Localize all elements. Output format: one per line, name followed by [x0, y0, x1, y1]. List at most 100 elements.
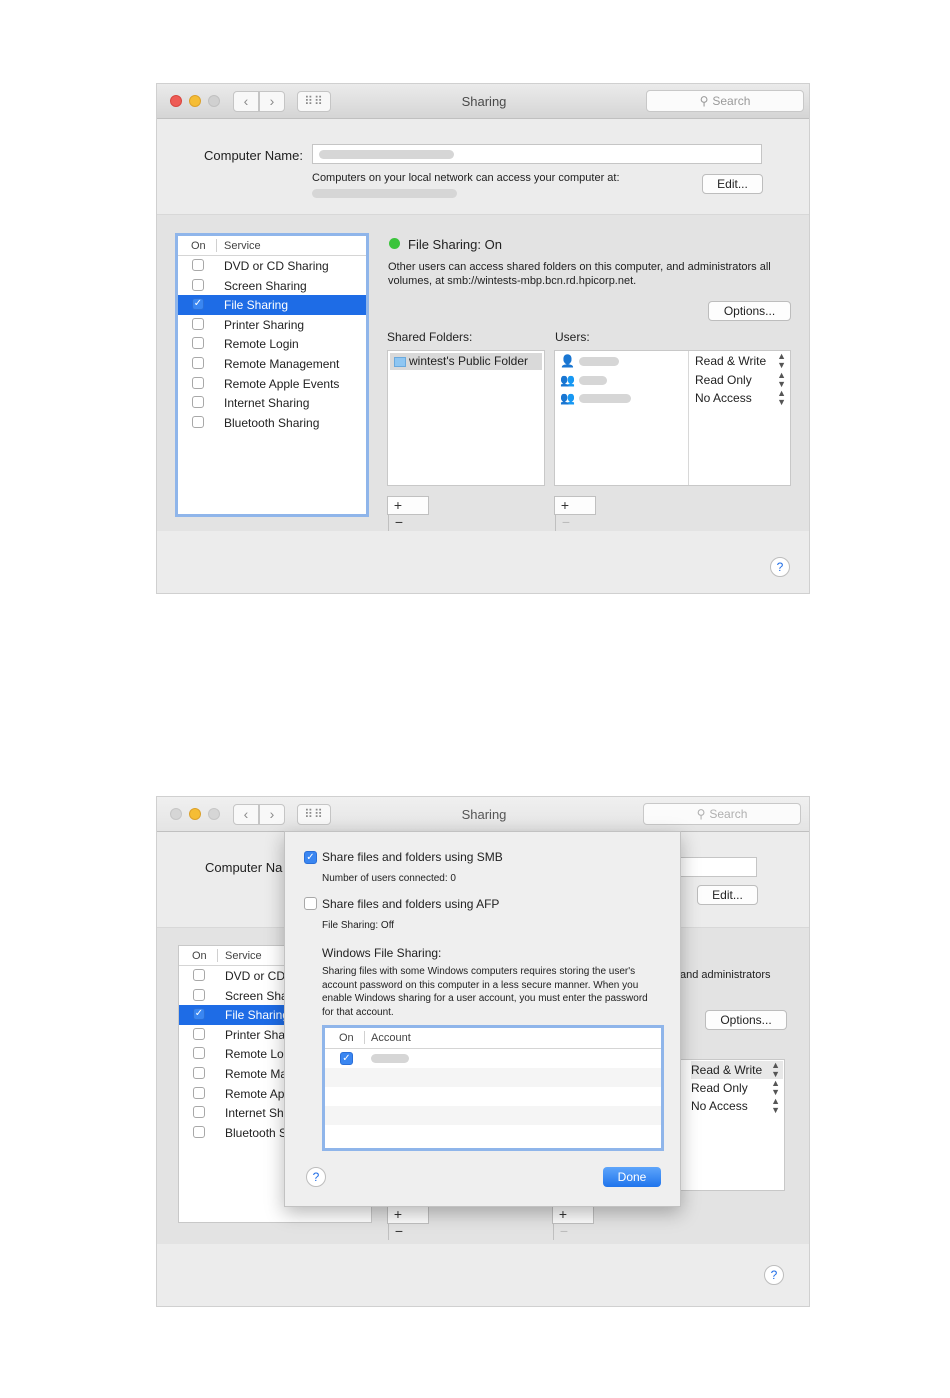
account-list[interactable]: On Account ✓: [322, 1025, 664, 1151]
afp-status: File Sharing: Off: [322, 920, 395, 931]
list-item[interactable]: 👥: [560, 371, 607, 389]
service-checkbox[interactable]: [192, 415, 204, 428]
remove-user-button[interactable]: −: [555, 514, 576, 531]
add-folder-button[interactable]: +: [388, 497, 408, 514]
permission-read-write[interactable]: Read & Write ▲ ▼: [695, 352, 789, 370]
table-row: [325, 1106, 661, 1125]
list-item[interactable]: DVD or CD Sharing: [178, 256, 366, 276]
service-checkbox[interactable]: [193, 1086, 205, 1099]
done-button[interactable]: Done: [603, 1167, 661, 1187]
edit-button[interactable]: Edit...: [697, 885, 758, 905]
service-checkbox[interactable]: [193, 1125, 205, 1138]
service-checkbox[interactable]: [193, 1106, 205, 1119]
stepper-arrows-icon: ▲ ▼: [777, 351, 786, 370]
service-checkbox[interactable]: [192, 356, 204, 369]
afp-checkbox[interactable]: [304, 897, 317, 910]
computer-name-field[interactable]: [312, 144, 762, 164]
access-text: Computers on your local network can acce…: [312, 172, 620, 184]
smb-checkbox[interactable]: ✓: [304, 851, 317, 864]
service-checkbox[interactable]: [193, 1047, 205, 1060]
title-bar: ‹ › ⠿⠿ Sharing ⚲ Search: [157, 797, 809, 832]
service-checkbox[interactable]: ✓: [192, 298, 204, 311]
help-button[interactable]: ?: [306, 1167, 326, 1187]
sharing-window-1: ‹ › ⠿⠿ Sharing ⚲ Search Computer Name: Co…: [156, 83, 810, 594]
service-checkbox[interactable]: [193, 1066, 205, 1079]
permission-no-access[interactable]: No Access ▲ ▼: [695, 389, 789, 407]
service-label: Printer Sharing: [224, 317, 305, 332]
search-field[interactable]: ⚲ Search: [646, 90, 804, 112]
list-item[interactable]: 👥: [560, 389, 631, 407]
redacted-name: [319, 150, 454, 159]
permission-read-write[interactable]: Read & Write ▲ ▼: [691, 1061, 783, 1079]
options-button[interactable]: Options...: [705, 1010, 787, 1030]
header-service: Service: [225, 950, 262, 962]
add-folder-button[interactable]: +: [388, 1206, 408, 1223]
afp-label: Share files and folders using AFP: [322, 897, 500, 911]
service-label: Screen Sha: [225, 988, 288, 1003]
options-button[interactable]: Options...: [708, 301, 791, 321]
service-label: Remote Log: [225, 1047, 291, 1062]
status-indicator: [389, 238, 400, 249]
add-user-button[interactable]: +: [555, 497, 575, 514]
list-item[interactable]: Remote Login: [178, 334, 366, 354]
service-checkbox[interactable]: [193, 988, 205, 1001]
smb-users-count: Number of users connected: 0: [322, 873, 456, 884]
list-item[interactable]: Remote Apple Events: [178, 374, 366, 394]
permission-read-only[interactable]: Read Only ▲ ▼: [695, 370, 789, 389]
service-checkbox[interactable]: ✓: [193, 1008, 205, 1021]
computer-name-label: Computer Na: [205, 860, 283, 875]
add-user-button[interactable]: +: [553, 1206, 573, 1223]
table-row[interactable]: ✓: [325, 1049, 661, 1068]
help-button[interactable]: ?: [770, 557, 790, 577]
edit-button[interactable]: Edit...: [702, 174, 763, 194]
list-item[interactable]: 👤: [560, 352, 619, 370]
account-checkbox[interactable]: ✓: [340, 1052, 353, 1065]
remove-folder-button[interactable]: −: [388, 514, 409, 531]
account-list-header: On Account: [325, 1028, 661, 1049]
permission-read-only[interactable]: Read Only ▲ ▼: [691, 1079, 783, 1097]
list-item[interactable]: Remote Management: [178, 354, 366, 374]
users-add-remove: +−: [552, 1205, 594, 1240]
search-placeholder: Search: [709, 807, 748, 821]
shared-folders-list[interactable]: wintest's Public Folder: [387, 350, 545, 486]
service-checkbox[interactable]: [192, 337, 204, 350]
service-label: File Sharing: [224, 298, 289, 313]
service-label: Bluetooth Sharing: [224, 415, 320, 430]
list-item[interactable]: ✓ File Sharing: [178, 295, 366, 315]
service-label: Remote Ap: [225, 1086, 285, 1101]
list-item[interactable]: Printer Sharing: [178, 315, 366, 335]
service-label: Bluetooth S: [225, 1125, 288, 1140]
service-checkbox[interactable]: [192, 317, 204, 330]
folders-add-remove: +−: [387, 1205, 429, 1240]
search-field[interactable]: ⚲ Search: [643, 803, 801, 825]
service-checkbox[interactable]: [192, 376, 204, 389]
status-description-partial: and administrators: [680, 969, 771, 981]
list-item[interactable]: Bluetooth Sharing: [178, 413, 366, 433]
service-checkbox[interactable]: [192, 396, 204, 409]
computer-name-label: Computer Name:: [204, 148, 303, 163]
stepper-arrows-icon: ▲ ▼: [777, 388, 786, 407]
folder-icon: [394, 356, 406, 367]
help-button[interactable]: ?: [764, 1265, 784, 1285]
user-icon: 👤: [560, 354, 575, 368]
search-placeholder: Search: [712, 94, 751, 108]
service-checkbox[interactable]: [192, 278, 204, 291]
service-label: Screen Sharing: [224, 278, 307, 293]
service-checkbox[interactable]: [193, 969, 205, 981]
list-item[interactable]: Internet Sharing: [178, 393, 366, 413]
remove-user-button[interactable]: −: [553, 1223, 574, 1240]
list-item[interactable]: wintest's Public Folder: [390, 353, 542, 370]
service-checkbox[interactable]: [192, 259, 204, 271]
folders-add-remove: +−: [387, 496, 429, 531]
permission-no-access[interactable]: No Access ▲ ▼: [691, 1097, 783, 1115]
remove-folder-button[interactable]: −: [388, 1223, 409, 1240]
service-checkbox[interactable]: [193, 1027, 205, 1040]
service-list[interactable]: On Service DVD or CD Sharing Screen Shari…: [175, 233, 369, 517]
redacted-account: [371, 1054, 409, 1063]
service-label: Remote Management: [224, 356, 340, 371]
list-item[interactable]: Screen Sharing: [178, 276, 366, 296]
everyone-icon: 👥: [560, 391, 575, 405]
users-list[interactable]: 👤 👥 👥 Read & Write ▲ ▼ Read Only ▲ ▼ No Access…: [554, 350, 791, 486]
redacted-user: [578, 394, 631, 404]
computer-name-field[interactable]: [677, 857, 757, 877]
